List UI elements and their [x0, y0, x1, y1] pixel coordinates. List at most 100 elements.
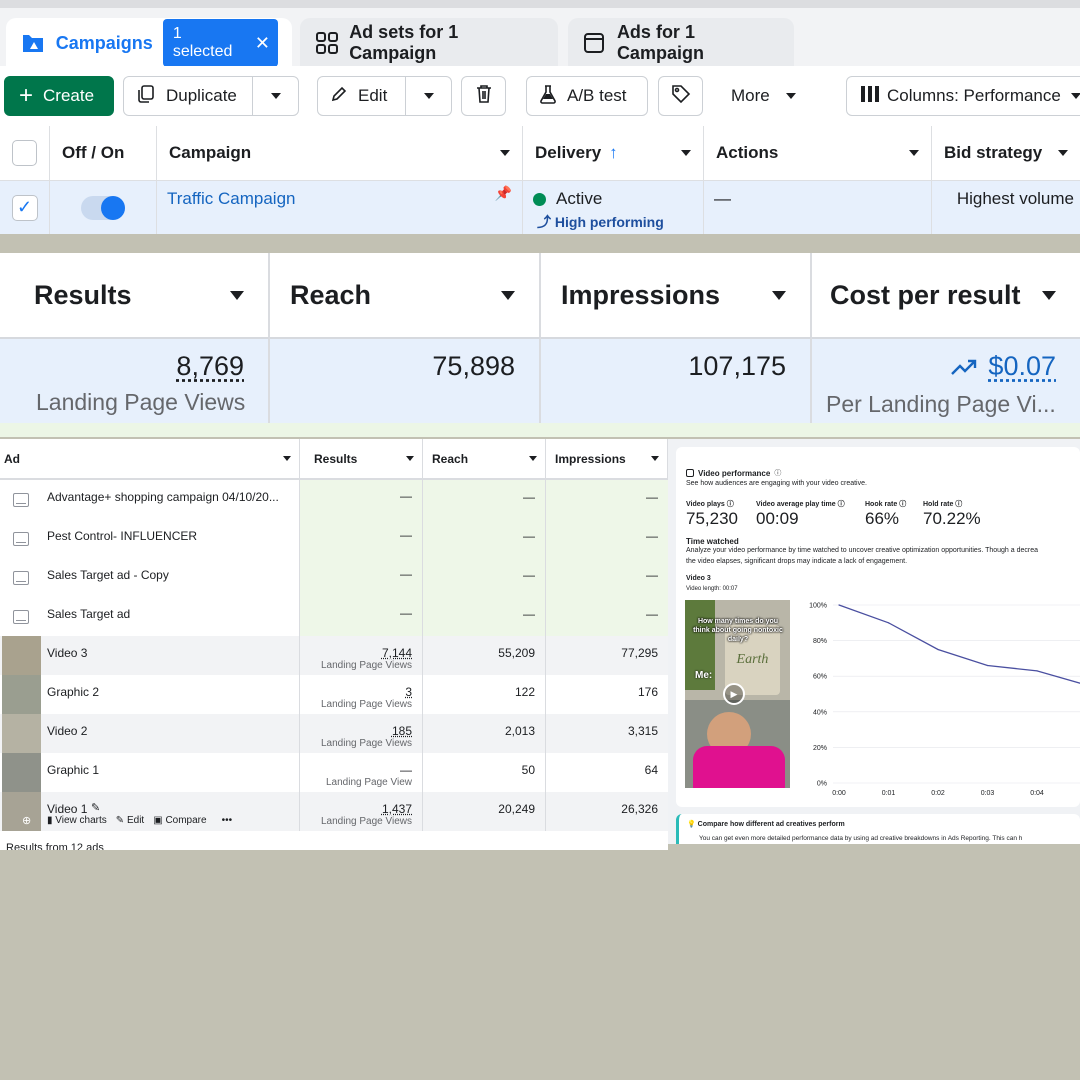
view-charts-link[interactable]: ▮ View charts	[47, 815, 107, 826]
ab-test-button[interactable]: A/B test	[526, 76, 648, 116]
ad-thumbnail[interactable]	[2, 714, 41, 753]
results-value: —	[400, 489, 412, 503]
video-thumbnail[interactable]: Earth How many times do you think about …	[685, 600, 790, 788]
table-row[interactable]: Sales Target ad - Copy — — —	[0, 558, 668, 597]
ad-name[interactable]: Video 1	[47, 802, 87, 816]
edit-link[interactable]: ✎ Edit	[116, 815, 144, 826]
chevron-down-icon[interactable]	[501, 290, 515, 300]
header-bid-strategy[interactable]: Bid strategy	[932, 126, 1080, 181]
info-icon[interactable]: ⓘ	[774, 468, 781, 478]
metric-header-cost[interactable]: Cost per result	[812, 253, 1080, 337]
table-row[interactable]: Graphic 1 — Landing Page View 50 64	[0, 753, 668, 792]
pencil-icon[interactable]: ✎	[91, 801, 100, 814]
metric-header-label: Results	[34, 279, 132, 310]
ad-thumbnail[interactable]	[2, 675, 41, 714]
metric-header-label: Cost per result	[830, 279, 1021, 310]
ad-name[interactable]: Sales Target ad - Copy	[47, 568, 169, 582]
row-checkbox[interactable]: ✓	[11, 194, 38, 221]
ad-name[interactable]: Video 3	[47, 646, 87, 660]
info-icon[interactable]: ⓘ	[899, 501, 906, 508]
info-icon[interactable]: ⓘ	[727, 501, 734, 508]
campaign-manager-panel: Campaigns 1 selected ✕ Ad sets for 1 Cam…	[0, 0, 1080, 234]
tag-button[interactable]	[658, 76, 703, 116]
chevron-down-icon[interactable]	[529, 456, 537, 461]
header-off-on[interactable]: Off / On	[50, 126, 157, 181]
more-button[interactable]: More	[714, 76, 810, 116]
ad-name[interactable]: Sales Target ad	[47, 607, 130, 621]
delete-button[interactable]	[461, 76, 506, 116]
chevron-down-icon[interactable]	[651, 456, 659, 461]
chevron-down-icon[interactable]	[230, 290, 244, 300]
info-icon[interactable]: ⓘ	[838, 501, 845, 508]
stat-value: 66%	[865, 509, 900, 528]
metric-header-impressions[interactable]: Impressions	[541, 253, 812, 337]
results-value[interactable]: 185	[392, 724, 412, 738]
edit-dropdown[interactable]	[405, 77, 451, 115]
campaign-toggle[interactable]	[81, 195, 125, 220]
cost-value[interactable]: $0.07	[988, 351, 1056, 382]
chevron-down-icon[interactable]	[681, 150, 691, 156]
chevron-down-icon[interactable]	[1042, 290, 1056, 300]
create-button[interactable]: + Create	[4, 76, 114, 116]
chevron-down-icon[interactable]	[1058, 150, 1068, 156]
columns-button[interactable]: Columns: Performance	[846, 76, 1080, 116]
selected-badge[interactable]: 1 selected ✕	[162, 19, 278, 67]
ads-header-label: Impressions	[555, 451, 626, 466]
chevron-down-icon[interactable]	[909, 150, 919, 156]
chevron-down-icon[interactable]	[772, 290, 786, 300]
tab-ad-sets[interactable]: Ad sets for 1 Campaign	[300, 18, 558, 68]
tab-ads[interactable]: Ads for 1 Campaign	[568, 18, 794, 68]
ad-name[interactable]: Video 2	[47, 724, 87, 738]
table-row[interactable]: Sales Target ad — — —	[0, 597, 668, 636]
tab-campaigns[interactable]: Campaigns 1 selected ✕	[6, 18, 292, 68]
table-row[interactable]: Video 1 ✎ ▮ View charts ✎ Edit ▣ Compare ••• ⊕…	[0, 792, 668, 831]
chevron-down-icon	[270, 93, 281, 99]
zoom-icon[interactable]: ⊕	[22, 814, 31, 827]
ad-name[interactable]: Advantage+ shopping campaign 04/10/20...	[47, 490, 279, 504]
results-value[interactable]: 7,144	[382, 646, 412, 660]
row-select-cell: ✓	[0, 181, 50, 234]
edit-button[interactable]: Edit	[348, 86, 397, 106]
performance-badge[interactable]: High performing	[555, 214, 664, 230]
info-icon[interactable]: ⓘ	[955, 501, 962, 508]
table-row[interactable]: Video 2 185 Landing Page Views 2,013 3,315	[0, 714, 668, 753]
table-row[interactable]: Pest Control- INFLUENCER — — —	[0, 519, 668, 558]
chevron-down-icon[interactable]	[500, 150, 510, 156]
results-value[interactable]: 1,437	[382, 802, 412, 816]
ad-name[interactable]: Graphic 2	[47, 685, 99, 699]
pin-icon[interactable]: 📌	[495, 185, 512, 202]
reach-cell: 20,249	[423, 792, 546, 831]
table-row[interactable]: Video 3 7,144 Landing Page Views 55,209 77,2…	[0, 636, 668, 675]
duplicate-dropdown[interactable]	[252, 77, 298, 115]
ad-thumbnail[interactable]	[2, 636, 41, 675]
metric-header-reach[interactable]: Reach	[270, 253, 541, 337]
ads-header-reach[interactable]: Reach	[423, 439, 546, 480]
impressions-value: —	[646, 529, 658, 543]
duplicate-button[interactable]: Duplicate	[156, 86, 247, 106]
campaign-name-link[interactable]: Traffic Campaign	[167, 189, 296, 208]
select-all-checkbox[interactable]	[12, 140, 37, 166]
ad-thumbnail[interactable]	[2, 753, 41, 792]
ads-header-impressions[interactable]: Impressions	[546, 439, 668, 480]
header-actions[interactable]: Actions	[704, 126, 932, 181]
chevron-down-icon[interactable]	[283, 456, 291, 461]
ads-header-results[interactable]: Results	[300, 439, 423, 480]
metric-header-results[interactable]: Results	[0, 253, 270, 337]
clear-selection-icon[interactable]: ✕	[255, 33, 270, 54]
results-value[interactable]: 3	[405, 685, 412, 699]
table-row[interactable]: Graphic 2 3 Landing Page Views 122 176	[0, 675, 668, 714]
results-cell: —	[300, 480, 423, 519]
ad-name[interactable]: Pest Control- INFLUENCER	[47, 529, 197, 543]
compare-link[interactable]: ▣ Compare	[153, 815, 206, 826]
ad-name[interactable]: Graphic 1	[47, 763, 99, 777]
table-row[interactable]: Advantage+ shopping campaign 04/10/20...…	[0, 480, 668, 519]
header-campaign[interactable]: Campaign	[157, 126, 523, 181]
toggle-cell	[50, 181, 157, 234]
data-point	[838, 604, 840, 606]
play-icon[interactable]: ▶	[723, 683, 745, 705]
ads-header-ad[interactable]: Ad	[0, 439, 300, 480]
header-delivery[interactable]: Delivery ↑	[523, 126, 704, 181]
more-actions-icon[interactable]: •••	[222, 815, 233, 826]
results-value[interactable]: 8,769	[176, 351, 244, 382]
chevron-down-icon[interactable]	[406, 456, 414, 461]
